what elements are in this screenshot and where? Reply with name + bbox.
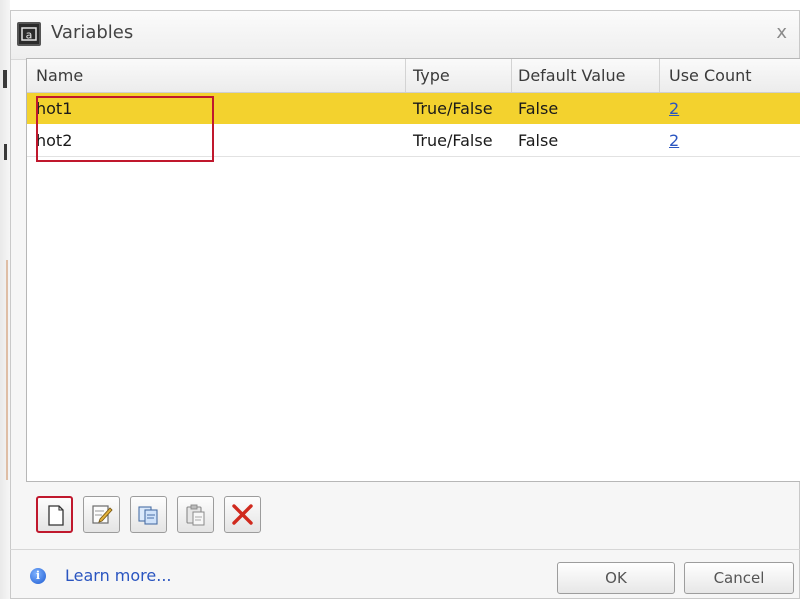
cancel-button[interactable]: Cancel [684,562,794,594]
cell-default-value: False [518,99,559,118]
new-document-icon [48,505,64,526]
dialog-title: Variables [51,22,134,43]
table-row[interactable]: hot2 True/False False 2 [27,125,800,157]
edit-variable-button[interactable] [83,496,120,533]
cell-name: hot2 [36,131,73,150]
column-divider [659,59,660,92]
learn-more-link[interactable]: Learn more... [65,566,172,585]
copy-button[interactable] [130,496,167,533]
column-header-name[interactable]: Name [36,59,83,92]
edit-icon [92,505,113,524]
close-icon[interactable]: x [776,22,787,43]
ok-button[interactable]: OK [557,562,675,594]
title-bar[interactable]: a Variables x [11,11,799,60]
variables-grid: Name Type Default Value Use Count hot1 T… [26,58,800,482]
background-window-edge [0,0,10,599]
table-row[interactable]: hot1 True/False False 2 [27,93,800,124]
column-header-default-value[interactable]: Default Value [518,59,625,92]
cell-type: True/False [413,131,493,150]
info-icon: i [30,568,46,584]
app-logo-icon: a [17,22,41,46]
delete-icon [232,504,253,525]
copy-icon [138,506,158,525]
cell-type: True/False [413,99,493,118]
grid-header: Name Type Default Value Use Count [27,59,800,93]
use-count-link[interactable]: 2 [669,125,679,156]
paste-icon [186,504,205,526]
cell-default-value: False [518,131,559,150]
svg-text:a: a [26,29,33,42]
column-header-use-count[interactable]: Use Count [669,59,752,92]
paste-button[interactable] [177,496,214,533]
column-header-type[interactable]: Type [413,59,450,92]
footer-divider [10,549,800,550]
column-divider [511,59,512,92]
new-variable-button[interactable] [36,496,73,533]
column-divider [405,59,406,92]
cell-name: hot1 [36,99,73,118]
use-count-link[interactable]: 2 [669,93,679,124]
delete-button[interactable] [224,496,261,533]
